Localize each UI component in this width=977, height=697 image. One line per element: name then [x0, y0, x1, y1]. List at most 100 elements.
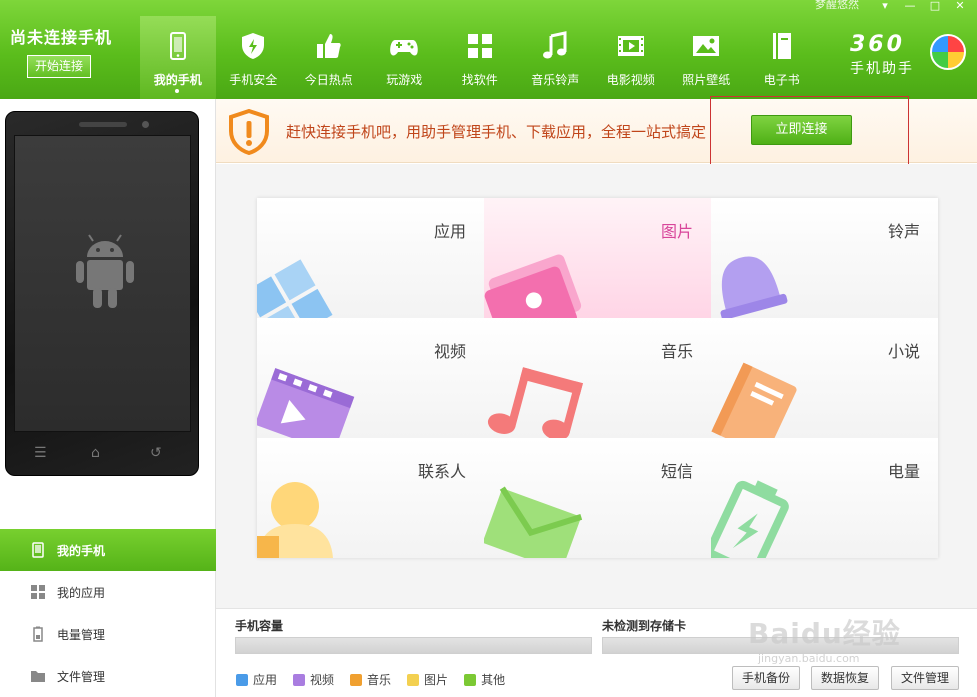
- category-grid: 应用 图片 铃声 视频 音乐 小说 联系人 短信 电量: [257, 198, 938, 558]
- sidebar-item-my-apps[interactable]: 我的应用: [0, 571, 216, 613]
- tile-music[interactable]: 音乐: [484, 318, 711, 438]
- maximize-button[interactable]: □: [926, 0, 944, 14]
- thumbs-up-icon: [316, 34, 341, 58]
- nav-item-label: 照片壁纸: [682, 73, 731, 87]
- sidebar-item-label: 我的应用: [57, 585, 106, 600]
- legend-item-other: 其他: [464, 671, 505, 688]
- legend-swatch: [464, 673, 477, 686]
- legend-label: 图片: [424, 673, 449, 687]
- film-icon: [617, 36, 644, 56]
- tile-contacts[interactable]: 联系人: [257, 438, 484, 558]
- file-management-button[interactable]: 文件管理: [891, 666, 959, 690]
- sd-card-capacity-bar: [602, 637, 959, 654]
- nav-item-label: 电影视频: [606, 73, 655, 87]
- nav-item-music-ringtones[interactable]: 音乐铃声: [518, 16, 594, 99]
- nav-item-label: 找软件: [461, 73, 498, 87]
- novel-icon: [711, 362, 797, 438]
- tile-label: 视频: [433, 342, 466, 361]
- brand-logo: 360 手机助手: [850, 32, 970, 78]
- sidebar-item-label: 电量管理: [57, 627, 106, 642]
- minimize-button[interactable]: —: [901, 0, 919, 14]
- sidebar-item-file-management[interactable]: 文件管理: [0, 655, 216, 697]
- tile-apps[interactable]: 应用: [257, 198, 484, 318]
- left-panel: ☰ ⌂ ↺ 我的手机 我的应用 电量管理 文件管理: [0, 99, 216, 697]
- battery-icon: [33, 626, 43, 642]
- menu-key-icon: ☰: [34, 445, 47, 461]
- nav-item-ebooks[interactable]: 电子书: [744, 16, 820, 99]
- tile-sms[interactable]: 短信: [484, 438, 711, 558]
- phone-capacity-bar: [235, 637, 592, 654]
- sidebar-item-battery-management[interactable]: 电量管理: [0, 613, 216, 655]
- legend-item-pictures: 图片: [407, 671, 448, 688]
- start-connect-button[interactable]: 开始连接: [27, 55, 91, 78]
- legend-label: 应用: [253, 673, 278, 687]
- shield-icon: [242, 33, 265, 59]
- tile-label: 短信: [660, 462, 693, 481]
- top-bar: 尚未连接手机 开始连接 我的手机 手机安全 今日热点 玩游戏 找软件 音乐铃声: [0, 0, 977, 99]
- music-note-icon: [543, 31, 567, 59]
- user-name[interactable]: 梦醒悠然: [815, 0, 859, 12]
- phone-screen: [14, 135, 191, 432]
- sms-icon: [484, 486, 583, 558]
- storage-panel: 手机容量 未检测到存储卡 应用 视频 音乐 图片 其他 手机备份 数据恢复 文件…: [216, 608, 977, 697]
- legend-label: 其他: [481, 673, 506, 687]
- bell-icon: [720, 256, 788, 318]
- tile-videos[interactable]: 视频: [257, 318, 484, 438]
- nav-item-play-games[interactable]: 玩游戏: [367, 16, 443, 99]
- brand-ball-icon: [930, 34, 966, 70]
- connect-notice-bar: 赶快连接手机吧，用助手管理手机、下载应用，全程一站式搞定 立即连接: [216, 99, 977, 163]
- tile-label: 图片: [660, 222, 693, 241]
- connect-now-button[interactable]: 立即连接: [751, 115, 852, 145]
- nav-item-find-software[interactable]: 找软件: [442, 16, 518, 99]
- data-recovery-button[interactable]: 数据恢复: [811, 666, 879, 690]
- music-icon: [487, 367, 583, 438]
- android-robot-icon: [76, 234, 134, 308]
- notice-message: 赶快连接手机吧，用助手管理手机、下载应用，全程一站式搞定: [286, 123, 707, 141]
- apps-grid-icon: [467, 34, 492, 58]
- phone-capacity-label: 手机容量: [235, 619, 284, 633]
- storage-legend: 应用 视频 音乐 图片 其他: [236, 671, 521, 688]
- nav-item-photo-wallpapers[interactable]: 照片壁纸: [669, 16, 745, 99]
- folder-icon: [31, 671, 45, 682]
- nav-item-label: 我的手机: [153, 73, 202, 87]
- nav-item-label: 电子书: [763, 73, 800, 87]
- dropdown-menu-button[interactable]: ▾: [876, 0, 894, 14]
- nav-item-label: 玩游戏: [386, 73, 423, 87]
- legend-label: 视频: [310, 673, 335, 687]
- tile-pictures[interactable]: 图片: [484, 198, 711, 318]
- legend-label: 音乐: [367, 673, 392, 687]
- close-button[interactable]: ✕: [951, 0, 969, 14]
- main-nav: 我的手机 手机安全 今日热点 玩游戏 找软件 音乐铃声 电影视频 照片壁纸 电子…: [140, 16, 820, 99]
- nav-item-movies-videos[interactable]: 电影视频: [593, 16, 669, 99]
- sidebar-item-label: 我的手机: [57, 543, 106, 558]
- brand-number: 360: [850, 32, 905, 57]
- legend-item-apps: 应用: [236, 671, 277, 688]
- nav-item-today-hot[interactable]: 今日热点: [291, 16, 367, 99]
- book-icon: [772, 33, 791, 59]
- tile-label: 小说: [887, 342, 920, 361]
- legend-item-videos: 视频: [293, 671, 334, 688]
- active-indicator: [175, 89, 179, 93]
- legend-swatch: [407, 673, 420, 686]
- legend-swatch: [350, 673, 363, 686]
- sidebar-item-label: 文件管理: [57, 669, 106, 684]
- phone-speaker: [79, 122, 127, 127]
- sidebar-item-my-phone[interactable]: 我的手机: [0, 529, 216, 571]
- nav-item-label: 今日热点: [304, 73, 353, 87]
- brand-subtitle: 手机助手: [850, 61, 914, 77]
- nav-item-label: 手机安全: [229, 73, 278, 87]
- tile-battery[interactable]: 电量: [711, 438, 938, 558]
- warning-shield-icon: [229, 109, 269, 155]
- contact-icon: [257, 482, 333, 558]
- tile-ringtones[interactable]: 铃声: [711, 198, 938, 318]
- tile-label: 联系人: [417, 462, 466, 481]
- legend-swatch: [236, 673, 248, 686]
- nav-item-phone-security[interactable]: 手机安全: [216, 16, 292, 99]
- legend-swatch: [293, 673, 306, 686]
- nav-item-my-phone[interactable]: 我的手机: [140, 16, 216, 99]
- phone-preview: ☰ ⌂ ↺: [5, 111, 199, 476]
- phone-backup-button[interactable]: 手机备份: [732, 666, 800, 690]
- tile-novels[interactable]: 小说: [711, 318, 938, 438]
- sidebar-menu: 我的手机 我的应用 电量管理 文件管理: [0, 529, 216, 697]
- apps-icon: [257, 259, 333, 318]
